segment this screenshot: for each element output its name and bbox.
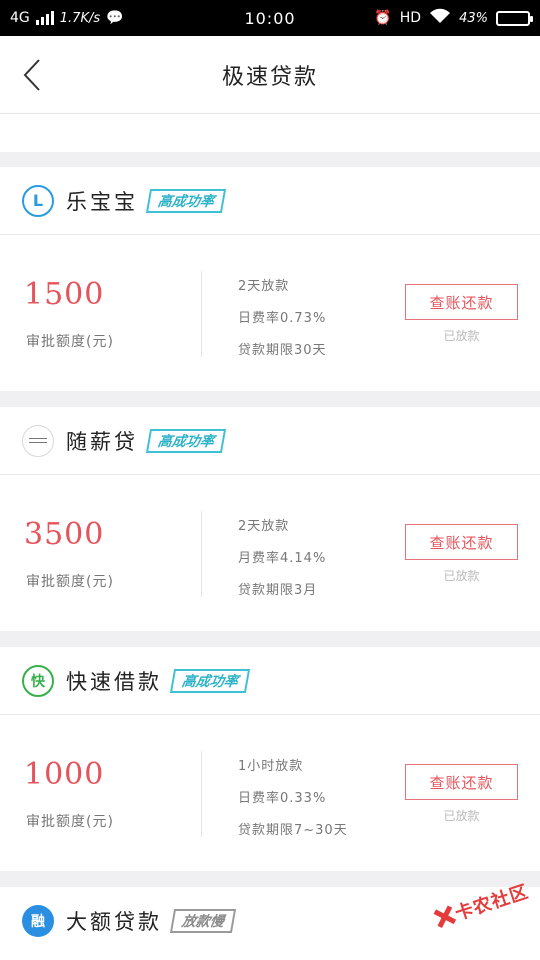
kuaisu-logo-icon: 快	[22, 664, 54, 697]
battery-percent: 43%	[459, 10, 488, 26]
loan-info: 2天放款 日费率0.73% 贷款期限30天	[238, 271, 327, 367]
slow-disbursement-badge: 放款慢	[169, 909, 237, 933]
loan-info: 2天放款 月费率4.14% 贷款期限3月	[238, 511, 326, 607]
amount-label: 审批额度(元)	[26, 814, 114, 830]
disbursement-time: 2天放款	[238, 519, 290, 534]
check-repay-button[interactable]: 查账还款	[405, 764, 518, 800]
loan-term: 贷款期限7~30天	[238, 823, 348, 838]
loan-name: 大额贷款	[66, 910, 162, 934]
divider	[201, 271, 202, 357]
hd-indicator: HD	[399, 10, 422, 26]
amount-label: 审批额度(元)	[26, 574, 114, 590]
divider	[201, 751, 202, 837]
loan-card-header: L 乐宝宝 高成功率	[0, 167, 540, 235]
app-header: 极速贷款	[0, 36, 540, 114]
wechat-icon: 💬	[106, 10, 124, 26]
disbursement-time: 2天放款	[238, 279, 290, 294]
loan-card: 随薪贷 高成功率 3500 审批额度(元) 2天放款 月费率4.14% 贷款期限…	[0, 407, 540, 631]
loan-card-body: 1000 审批额度(元) 1小时放款 日费率0.33% 贷款期限7~30天 查账…	[0, 715, 540, 871]
amount-label: 审批额度(元)	[26, 334, 114, 350]
loan-term: 贷款期限3月	[238, 583, 318, 598]
dae-logo-icon: 融	[22, 905, 54, 937]
divider	[201, 511, 202, 597]
back-button[interactable]	[10, 50, 54, 100]
signal-icon	[35, 11, 54, 25]
loan-name: 乐宝宝	[66, 189, 138, 214]
top-spacer	[0, 114, 540, 152]
approved-amount: 1000	[24, 757, 105, 792]
chevron-left-icon	[23, 59, 40, 91]
network-speed: 1.7K/s	[59, 10, 101, 26]
approved-amount: 3500	[24, 517, 105, 552]
loan-card: L 乐宝宝 高成功率 1500 审批额度(元) 2天放款 日费率0.73% 贷款…	[0, 167, 540, 391]
network-type: 4G	[10, 10, 30, 26]
wifi-icon	[429, 8, 451, 28]
alarm-icon: ⏰	[374, 10, 392, 26]
approved-amount: 1500	[24, 277, 105, 312]
success-rate-badge: 高成功率	[145, 428, 227, 453]
loan-name: 随薪贷	[66, 429, 138, 454]
loan-status: 已放款	[443, 809, 480, 823]
loan-card-header: 快 快速借款 高成功率	[0, 647, 540, 715]
success-rate-badge: 高成功率	[145, 188, 227, 213]
loan-status: 已放款	[443, 329, 480, 343]
battery-icon	[496, 10, 533, 26]
suixindai-logo-icon	[22, 424, 54, 457]
check-repay-button[interactable]: 查账还款	[405, 524, 518, 560]
fee-rate: 日费率0.33%	[238, 791, 327, 806]
loan-card-header: 随薪贷 高成功率	[0, 407, 540, 475]
loan-status: 已放款	[443, 569, 480, 583]
loan-info: 1小时放款 日费率0.33% 贷款期限7~30天	[238, 751, 348, 847]
status-bar: 4G 1.7K/s 💬 10:00 ⏰ HD 43%	[0, 0, 540, 36]
loan-card-body: 1500 审批额度(元) 2天放款 日费率0.73% 贷款期限30天 查账还款 …	[0, 235, 540, 391]
fee-rate: 月费率4.14%	[238, 551, 327, 566]
loan-name: 快速借款	[66, 669, 162, 694]
loan-term: 贷款期限30天	[238, 343, 327, 358]
lebaobao-logo-icon: L	[22, 184, 54, 217]
page-title: 极速贷款	[221, 64, 318, 90]
fee-rate: 日费率0.73%	[238, 311, 327, 326]
success-rate-badge: 高成功率	[169, 668, 251, 693]
check-repay-button[interactable]: 查账还款	[405, 284, 518, 320]
loan-card: 快 快速借款 高成功率 1000 审批额度(元) 1小时放款 日费率0.33% …	[0, 647, 540, 871]
disbursement-time: 1小时放款	[238, 759, 304, 774]
loan-card-body: 3500 审批额度(元) 2天放款 月费率4.14% 贷款期限3月 查账还款 已…	[0, 475, 540, 631]
